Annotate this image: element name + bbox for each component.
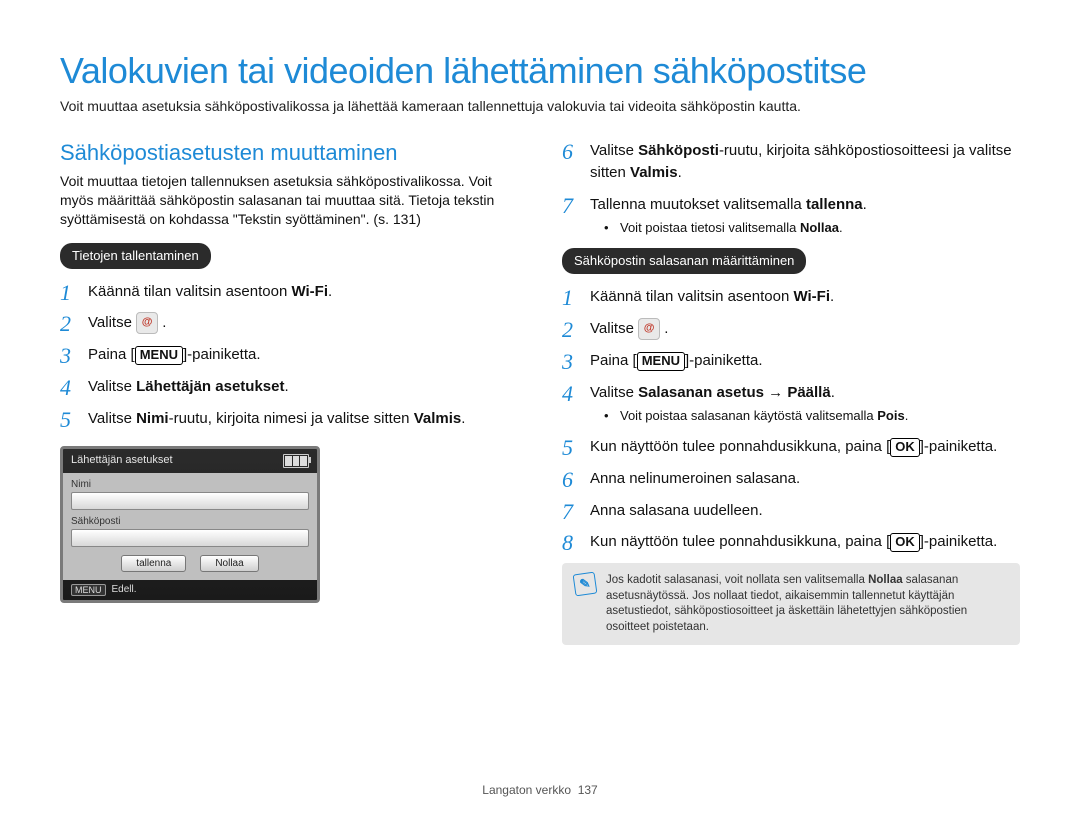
email-icon: @ [136, 312, 158, 334]
step-item: Valitse Salasanan asetus → Päällä. Voit … [562, 382, 1020, 427]
device-screenshot: Lähettäjän asetukset Nimi Sähköposti tal… [60, 446, 320, 603]
step-item: Paina [MENU]-painiketta. [562, 350, 1020, 372]
tip-text: Jos kadotit salasanasi, voit nollata sen… [606, 573, 1008, 635]
step-item: Valitse @ . [562, 318, 1020, 340]
device-save-button: tallenna [121, 555, 186, 572]
step-item: Käännä tilan valitsin asentoon Wi-Fi. [60, 281, 518, 303]
steps-save-info-continued: Valitse Sähköposti-ruutu, kirjoita sähkö… [562, 140, 1020, 238]
step-item: Kun näyttöön tulee ponnahdusikkuna, pain… [562, 531, 1020, 553]
device-back-label: Edell. [112, 584, 137, 595]
section-description: Voit muuttaa tietojen tallennuksen asetu… [60, 172, 518, 229]
battery-icon [283, 454, 309, 468]
device-name-label: Nimi [71, 479, 309, 490]
menu-button-label: MENU [135, 346, 183, 365]
page-footer: Langaton verkko 137 [0, 783, 1080, 797]
device-name-field [71, 492, 309, 510]
step-item: Tallenna muutokset valitsemalla tallenna… [562, 194, 1020, 239]
page-intro: Voit muuttaa asetuksia sähköpostivalikos… [60, 98, 1020, 114]
tip-box: ✎ Jos kadotit salasanasi, voit nollata s… [562, 563, 1020, 645]
steps-password: Käännä tilan valitsin asentoon Wi-Fi. Va… [562, 286, 1020, 553]
step-item: Anna nelinumeroinen salasana. [562, 468, 1020, 490]
label-wifi: Wi-Fi [291, 283, 328, 300]
step-item: Valitse Nimi-ruutu, kirjoita nimesi ja v… [60, 408, 518, 430]
step-item: Käännä tilan valitsin asentoon Wi-Fi. [562, 286, 1020, 308]
page-title: Valokuvien tai videoiden lähettäminen sä… [60, 50, 1020, 92]
device-menu-chip: MENU [71, 584, 106, 596]
ok-button-label: OK [890, 438, 920, 457]
device-title: Lähettäjän asetukset [71, 454, 173, 468]
device-reset-button: Nollaa [200, 555, 258, 572]
subsection-pill-save-info: Tietojen tallentaminen [60, 243, 211, 269]
section-heading: Sähköpostiasetusten muuttaminen [60, 140, 518, 166]
email-icon: @ [638, 318, 660, 340]
label-wifi: Wi-Fi [793, 288, 830, 305]
substep: Voit poistaa tietosi valitsemalla Nollaa… [590, 219, 1020, 238]
step-item: Valitse Lähettäjän asetukset. [60, 376, 518, 398]
note-icon: ✎ [573, 572, 598, 597]
subsection-pill-password: Sähköpostin salasanan määrittäminen [562, 248, 806, 274]
steps-save-info: Käännä tilan valitsin asentoon Wi-Fi. Va… [60, 281, 518, 430]
step-item: Valitse Sähköposti-ruutu, kirjoita sähkö… [562, 140, 1020, 184]
device-email-field [71, 529, 309, 547]
ok-button-label: OK [890, 533, 920, 552]
step-item: Kun näyttöön tulee ponnahdusikkuna, pain… [562, 436, 1020, 458]
step-item: Anna salasana uudelleen. [562, 500, 1020, 522]
menu-button-label: MENU [637, 352, 685, 371]
step-item: Valitse @ . [60, 312, 518, 334]
substep: Voit poistaa salasanan käytöstä valitsem… [590, 407, 1020, 426]
step-item: Paina [MENU]-painiketta. [60, 344, 518, 366]
device-email-label: Sähköposti [71, 516, 309, 527]
